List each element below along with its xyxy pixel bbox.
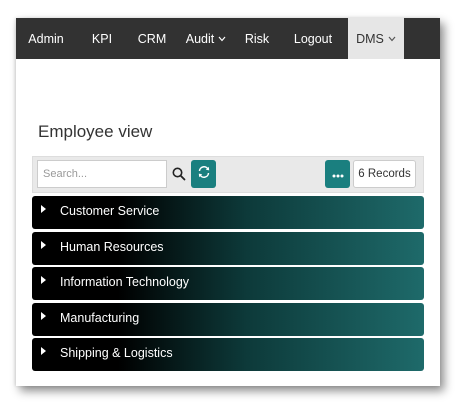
department-label: Human Resources — [60, 239, 164, 254]
refresh-icon — [197, 165, 211, 184]
department-label: Customer Service — [60, 204, 160, 218]
caret-right-icon — [41, 205, 46, 213]
department-label: Manufacturing — [60, 310, 140, 325]
nav-item-audit[interactable]: Audit — [176, 18, 236, 59]
nav-item-label: KPI — [91, 31, 113, 46]
nav-item-dms[interactable]: DMS — [348, 18, 404, 59]
top-navbar: Admin KPI CRM Audit Risk Logout DMS — [16, 18, 440, 59]
caret-right-icon — [41, 240, 46, 249]
department-row[interactable]: Shipping & Logistics — [32, 338, 424, 371]
caret-right-icon — [41, 347, 46, 355]
records-count-button[interactable]: 6 Records — [353, 160, 416, 188]
department-row[interactable]: Manufacturing — [32, 302, 424, 336]
page-title: Employee view — [38, 122, 153, 141]
chevron-down-icon — [388, 34, 396, 44]
nav-item-label: CRM — [137, 31, 167, 46]
nav-item-logout[interactable]: Logout — [278, 18, 348, 59]
department-row[interactable]: Customer Service — [32, 196, 424, 229]
nav-item-label: Logout — [293, 31, 333, 46]
nav-item-kpi[interactable]: KPI — [76, 18, 128, 59]
department-label: Information Technology — [60, 275, 190, 289]
list-toolbar: 6 Records — [32, 156, 424, 193]
app-window: Admin KPI CRM Audit Risk Logout DMS Empl… — [16, 18, 440, 386]
caret-right-icon — [41, 276, 46, 284]
nav-item-label: Admin — [28, 31, 64, 46]
chevron-down-icon — [218, 34, 226, 44]
nav-item-crm[interactable]: CRM — [128, 18, 176, 59]
department-row[interactable]: Information Technology — [32, 267, 424, 300]
nav-item-risk[interactable]: Risk — [236, 18, 278, 59]
department-row[interactable]: Human Resources — [32, 231, 424, 265]
nav-item-admin[interactable]: Admin — [16, 18, 76, 59]
nav-item-label: DMS — [356, 31, 384, 46]
search-icon[interactable] — [172, 167, 186, 181]
refresh-button[interactable] — [191, 160, 216, 188]
department-label: Shipping & Logistics — [60, 346, 173, 360]
department-list: Customer Service Human Resources Informa… — [32, 196, 424, 374]
caret-right-icon — [41, 311, 46, 320]
nav-item-label: Risk — [244, 31, 270, 46]
more-options-button[interactable] — [325, 160, 350, 188]
ellipsis-icon — [332, 165, 344, 183]
nav-item-label: Audit — [185, 31, 215, 46]
search-input[interactable] — [37, 160, 167, 188]
